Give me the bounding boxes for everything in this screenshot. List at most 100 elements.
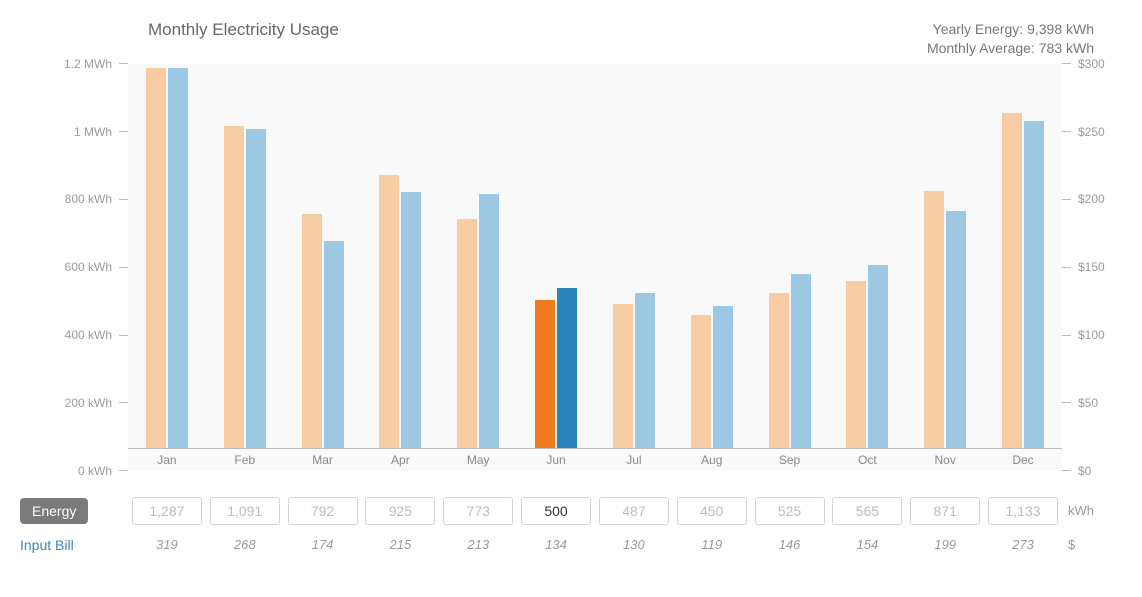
energy-input-jul[interactable] [599,497,669,525]
bar-estimate[interactable] [246,129,266,448]
y-right-tick-label: $300 [1078,57,1105,71]
bill-value: 213 [467,537,489,552]
bar-estimate[interactable] [946,211,966,447]
x-label: Sep [751,449,829,471]
x-label: Jul [595,449,673,471]
energy-input-oct[interactable] [832,497,902,525]
x-label: Apr [361,449,439,471]
month-col-feb [206,64,284,448]
bar-energy[interactable] [846,281,866,448]
bar-energy[interactable] [302,214,322,448]
bill-value: 174 [312,537,334,552]
y-right-tick-label: $200 [1078,192,1105,206]
chart-header: Monthly Electricity Usage Yearly Energy:… [18,20,1124,58]
bill-value: 130 [623,537,645,552]
x-label: Dec [984,449,1062,471]
y-left-tick-label: 1.2 MWh [64,57,112,71]
x-label: Feb [206,449,284,471]
x-label: Nov [906,449,984,471]
month-col-dec [984,64,1062,448]
month-col-oct [828,64,906,448]
energy-input-mar[interactable] [288,497,358,525]
bar-estimate[interactable] [479,194,499,448]
bill-value: 268 [234,537,256,552]
energy-input-apr[interactable] [365,497,435,525]
bar-estimate[interactable] [401,192,421,448]
bar-estimate[interactable] [324,241,344,448]
month-col-jun [517,64,595,448]
bar-estimate[interactable] [635,293,655,448]
y-left-tick-label: 0 kWh [78,464,112,478]
month-col-may [439,64,517,448]
bar-energy[interactable] [457,219,477,447]
month-col-jan [128,64,206,448]
bill-value: 319 [156,537,178,552]
chart-summary: Yearly Energy: 9,398 kWh Monthly Average… [927,20,1094,58]
x-label: Oct [828,449,906,471]
y-left-tick-label: 400 kWh [65,328,112,342]
bar-energy[interactable] [613,304,633,448]
x-label: Jan [128,449,206,471]
month-col-nov [906,64,984,448]
bill-value: 154 [857,537,879,552]
x-label: May [439,449,517,471]
bar-estimate[interactable] [168,68,188,448]
month-col-mar [284,64,362,448]
bill-value: 199 [934,537,956,552]
bar-energy[interactable] [379,175,399,448]
month-col-jul [595,64,673,448]
x-label: Jun [517,449,595,471]
y-right-tick-label: $150 [1078,260,1105,274]
input-bill-link[interactable]: Input Bill [20,537,74,553]
energy-input-jun[interactable] [521,497,591,525]
energy-input-jan[interactable] [132,497,202,525]
energy-input-feb[interactable] [210,497,280,525]
energy-input-nov[interactable] [910,497,980,525]
y-right-tick-label: $0 [1078,464,1091,478]
bill-unit: $ [1062,537,1124,552]
energy-input-aug[interactable] [677,497,747,525]
energy-input-may[interactable] [443,497,513,525]
bar-estimate[interactable] [1024,121,1044,447]
energy-input-sep[interactable] [755,497,825,525]
bill-value: 146 [779,537,801,552]
y-left-tick-label: 200 kWh [65,396,112,410]
y-right-tick-label: $250 [1078,125,1105,139]
bar-energy[interactable] [691,315,711,448]
y-axis-left: 1.2 MWh1 MWh800 kWh600 kWh400 kWh200 kWh… [18,64,128,471]
bar-energy[interactable] [1002,113,1022,448]
chart: 1.2 MWh1 MWh800 kWh600 kWh400 kWh200 kWh… [18,64,1124,471]
bar-energy[interactable] [146,68,166,448]
y-axis-right: $300$250$200$150$100$50$0 [1062,64,1124,471]
y-left-tick-label: 800 kWh [65,192,112,206]
month-col-aug [673,64,751,448]
bar-estimate[interactable] [791,274,811,448]
bar-energy[interactable] [224,126,244,448]
energy-unit: kWh [1062,503,1124,518]
y-right-tick-label: $100 [1078,328,1105,342]
month-col-sep [751,64,829,448]
y-right-tick-label: $50 [1078,396,1098,410]
x-label: Mar [284,449,362,471]
bar-energy[interactable] [769,293,789,448]
y-left-tick-label: 1 MWh [74,125,112,139]
y-left-tick-label: 600 kWh [65,260,112,274]
energy-input-dec[interactable] [988,497,1058,525]
yearly-energy: Yearly Energy: 9,398 kWh [927,20,1094,39]
chart-title: Monthly Electricity Usage [148,20,339,40]
energy-row: Energy kWh [18,497,1124,525]
bar-energy[interactable] [535,300,555,448]
month-col-apr [361,64,439,448]
bill-row: Input Bill 31926817421521313413011914615… [18,537,1124,553]
bar-estimate[interactable] [557,288,577,448]
plot-area: JanFebMarAprMayJunJulAugSepOctNovDec [128,64,1062,471]
monthly-average: Monthly Average: 783 kWh [927,39,1094,58]
bill-value: 215 [390,537,412,552]
x-axis: JanFebMarAprMayJunJulAugSepOctNovDec [128,449,1062,471]
bill-value: 273 [1012,537,1034,552]
energy-toggle[interactable]: Energy [20,498,88,524]
x-label: Aug [673,449,751,471]
bar-estimate[interactable] [868,265,888,448]
bar-energy[interactable] [924,191,944,448]
bar-estimate[interactable] [713,306,733,448]
